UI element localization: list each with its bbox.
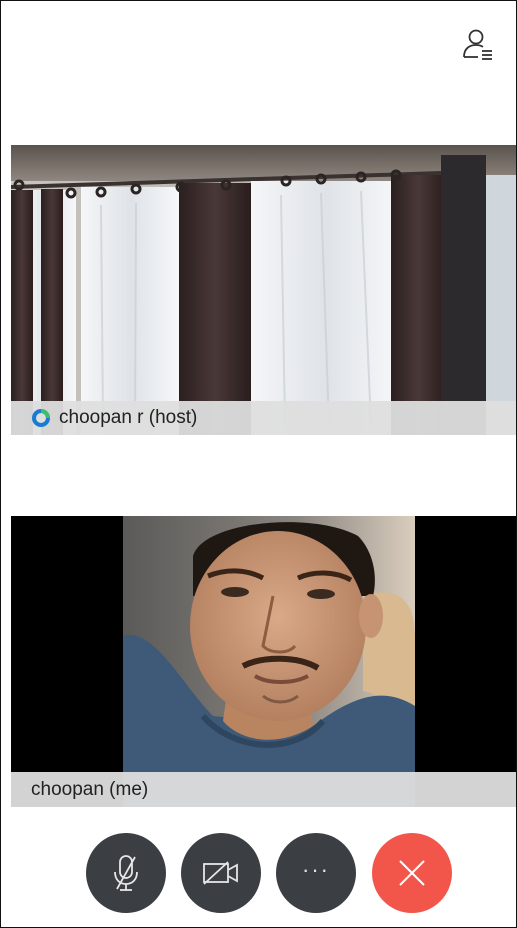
self-name-label: choopan (me) xyxy=(31,778,149,800)
more-options-button[interactable]: ··· xyxy=(276,833,356,913)
host-badge-icon xyxy=(32,409,50,427)
self-name-bar: choopan (me) xyxy=(11,772,516,807)
host-video-tile[interactable]: choopan r (host) xyxy=(11,145,516,435)
close-icon xyxy=(399,860,425,886)
participants-list-icon xyxy=(463,29,492,60)
self-video-tile[interactable]: choopan (me) xyxy=(11,516,516,807)
call-controls: ··· xyxy=(1,833,516,913)
video-off-icon xyxy=(203,861,238,885)
host-video-feed xyxy=(11,145,516,435)
self-video-feed xyxy=(123,516,415,807)
more-dots-icon: ··· xyxy=(302,857,330,882)
mic-off-icon xyxy=(114,855,138,891)
leave-meeting-button[interactable] xyxy=(372,833,452,913)
host-name-label: choopan r (host) xyxy=(59,407,198,428)
meeting-screen: choopan r (host) choopan (me) ··· xyxy=(0,0,517,928)
host-name-bar: choopan r (host) xyxy=(11,401,516,435)
participants-button[interactable] xyxy=(458,25,498,65)
stop-video-button[interactable] xyxy=(181,833,261,913)
mute-button[interactable] xyxy=(86,833,166,913)
